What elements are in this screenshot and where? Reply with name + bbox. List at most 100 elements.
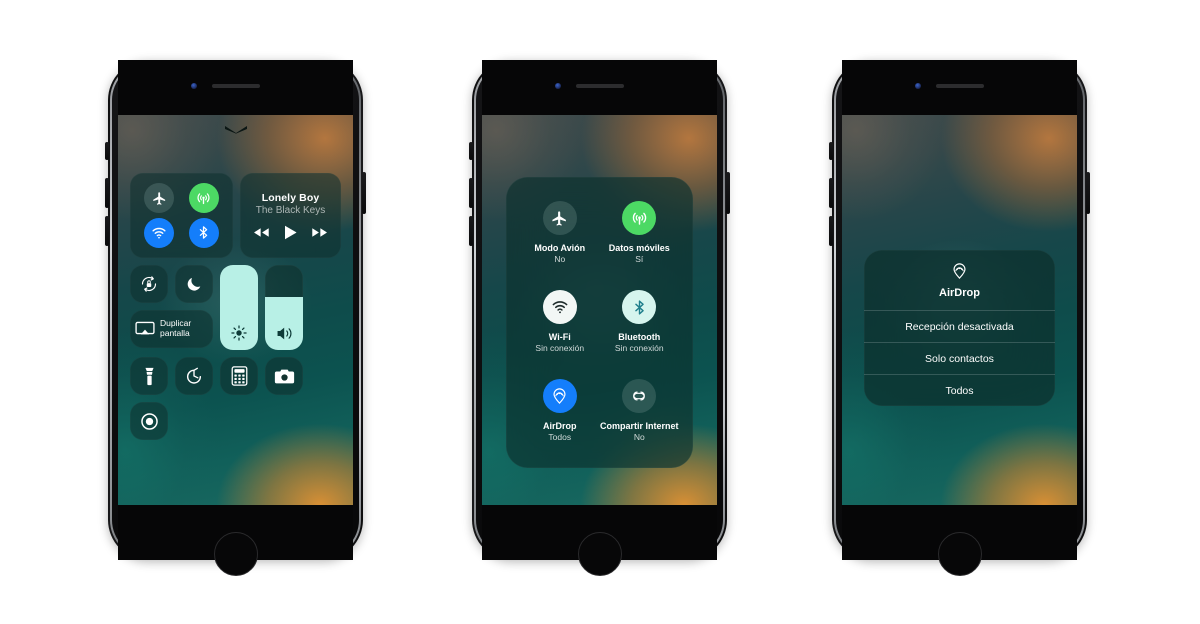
rotation-lock-button[interactable] [130, 265, 168, 303]
power-button[interactable] [362, 172, 366, 214]
wifi-toggle[interactable] [144, 217, 175, 248]
phone-1-screen: Lonely Boy The Black Keys Duplicar panta… [118, 115, 353, 505]
control-center-grid: Lonely Boy The Black Keys Duplicar panta… [130, 173, 341, 447]
expanded-toggle-title: Datos móviles [608, 243, 670, 253]
row-middle: Duplicar pantalla [130, 265, 341, 350]
screenshot-canvas: Lonely Boy The Black Keys Duplicar panta… [0, 0, 1200, 624]
volume-down-button[interactable] [469, 216, 473, 246]
expanded-toggle-status: No [554, 254, 566, 264]
brightness-slider[interactable] [220, 265, 258, 350]
volume-down-button[interactable] [105, 216, 109, 246]
phone-2: Modo Avión No Datos móviles Sí Wi-Fi Sin cone… [469, 60, 730, 576]
row-shortcuts [130, 357, 341, 395]
play-icon[interactable] [284, 225, 297, 240]
camera-button[interactable] [265, 357, 303, 395]
expanded-toggle-status: Sin conexión [614, 343, 664, 353]
top-bezel [482, 60, 717, 115]
track-artist: The Black Keys [255, 204, 326, 216]
top-bezel [118, 60, 353, 115]
airdrop-icon [950, 262, 969, 281]
screen-recording-button[interactable] [130, 402, 168, 440]
timer-button[interactable] [175, 357, 213, 395]
home-button[interactable] [213, 532, 258, 576]
phone-1: Lonely Boy The Black Keys Duplicar panta… [105, 60, 366, 576]
volume-icon [265, 325, 303, 342]
phone-2-screen: Modo Avión No Datos móviles Sí Wi-Fi Sin cone… [482, 115, 717, 505]
airdrop-option-contacts-only[interactable]: Solo contactos [864, 342, 1055, 374]
do-not-disturb-button[interactable] [175, 265, 213, 303]
expanded-toggle-bluetooth[interactable]: Bluetooth Sin conexión [600, 290, 680, 353]
airdrop-icon[interactable] [542, 379, 577, 413]
mute-switch[interactable] [469, 142, 473, 160]
cellular-icon[interactable] [622, 201, 657, 235]
home-button[interactable] [577, 532, 622, 576]
volume-up-button[interactable] [829, 178, 833, 208]
airdrop-sheet-header: AirDrop [864, 250, 1055, 310]
airdrop-option-receiving-off[interactable]: Recepción desactivada [864, 310, 1055, 342]
expanded-toggle-airdrop[interactable]: AirDrop Todos [520, 379, 600, 442]
mute-switch[interactable] [105, 142, 109, 160]
expanded-toggle-airplane-mode[interactable]: Modo Avión No [520, 201, 600, 264]
expanded-toggle-title: Compartir Internet [599, 421, 679, 431]
brightness-icon [220, 324, 258, 342]
mute-switch[interactable] [829, 142, 833, 160]
power-button[interactable] [1086, 172, 1090, 214]
volume-up-button[interactable] [469, 178, 473, 208]
volume-down-button[interactable] [829, 216, 833, 246]
close-chevron-icon[interactable] [224, 125, 248, 134]
phone-3: AirDrop Recepción desactivada Solo contac… [829, 60, 1090, 576]
hotspot-icon[interactable] [622, 379, 657, 413]
expanded-toggle-status: Sí [635, 254, 644, 264]
airdrop-sheet-title: AirDrop [939, 287, 980, 299]
expanded-toggle-title: AirDrop [543, 421, 577, 431]
expanded-connectivity-panel: Modo Avión No Datos móviles Sí Wi-Fi Sin cone… [506, 177, 693, 468]
earpiece-speaker [935, 84, 984, 88]
expanded-toggle-title: Bluetooth [618, 332, 661, 342]
toggles-column: Duplicar pantalla [130, 265, 213, 350]
cellular-data-toggle[interactable] [188, 183, 219, 214]
airplane-mode-toggle[interactable] [144, 183, 175, 214]
front-camera-icon [190, 83, 197, 89]
expanded-toggle-title: Modo Avión [534, 243, 586, 253]
transport-controls [253, 225, 328, 240]
airplane-icon[interactable] [542, 201, 577, 235]
track-title: Lonely Boy [261, 191, 320, 204]
expanded-toggle-personal-hotspot[interactable]: Compartir Internet No [600, 379, 680, 442]
front-camera-icon [914, 83, 921, 89]
volume-up-button[interactable] [105, 178, 109, 208]
expanded-toggle-status: No [633, 432, 645, 442]
airdrop-options-list: Recepción desactivada Solo contactos Todos [864, 310, 1055, 406]
expanded-grid: Modo Avión No Datos móviles Sí Wi-Fi Sin cone… [520, 201, 679, 442]
calculator-button[interactable] [220, 357, 258, 395]
bluetooth-icon[interactable] [622, 290, 657, 324]
expanded-toggle-cellular-data[interactable]: Datos móviles Sí [600, 201, 680, 264]
front-camera-icon [554, 83, 561, 89]
row-record [130, 402, 341, 440]
expanded-toggle-status: Todos [548, 432, 572, 442]
airplay-icon [135, 321, 155, 338]
expanded-toggle-wifi[interactable]: Wi-Fi Sin conexión [520, 290, 600, 353]
expanded-toggle-status: Sin conexión [535, 343, 585, 353]
now-playing-module[interactable]: Lonely Boy The Black Keys [240, 173, 341, 258]
fast-forward-icon[interactable] [311, 227, 328, 238]
volume-slider[interactable] [265, 265, 303, 350]
airdrop-option-everyone[interactable]: Todos [864, 374, 1055, 406]
connectivity-module[interactable] [130, 173, 233, 258]
home-button[interactable] [937, 532, 982, 576]
row-top: Lonely Boy The Black Keys [130, 173, 341, 258]
rewind-icon[interactable] [253, 227, 270, 238]
control-center: Lonely Boy The Black Keys Duplicar panta… [118, 115, 353, 505]
phone-3-screen: AirDrop Recepción desactivada Solo contac… [842, 115, 1077, 505]
wifi-icon[interactable] [542, 290, 577, 324]
expanded-toggle-title: Wi-Fi [548, 332, 571, 342]
bluetooth-toggle[interactable] [188, 217, 219, 248]
earpiece-speaker [575, 84, 624, 88]
screen-mirroring-button[interactable]: Duplicar pantalla [130, 310, 213, 348]
earpiece-speaker [211, 84, 260, 88]
power-button[interactable] [726, 172, 730, 214]
flashlight-button[interactable] [130, 357, 168, 395]
sliders-group [220, 265, 303, 350]
airdrop-sheet: AirDrop Recepción desactivada Solo contac… [864, 250, 1055, 406]
top-bezel [842, 60, 1077, 115]
screen-mirroring-label: Duplicar pantalla [160, 318, 192, 338]
